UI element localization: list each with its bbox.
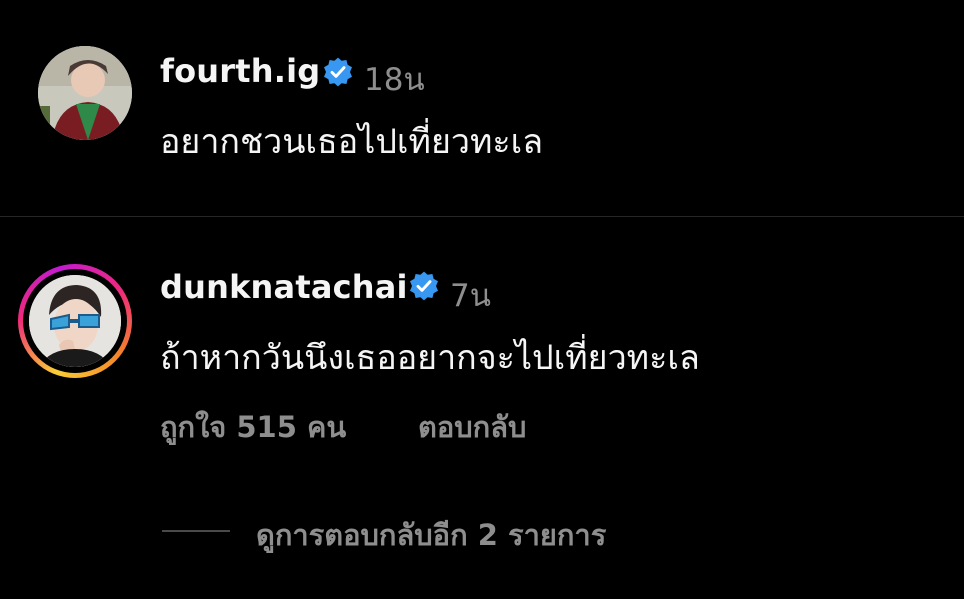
avatar-photo bbox=[38, 46, 132, 140]
comment-username[interactable]: fourth.ig bbox=[160, 52, 320, 90]
avatar-photo bbox=[29, 275, 121, 367]
comment-text: ถ้าหากวันนึงเธออยากจะไปเที่ยวทะเล bbox=[160, 338, 700, 378]
comment-text: อยากชวนเธอไปเที่ยวทะเล bbox=[160, 122, 544, 162]
comment-username[interactable]: dunknatachai bbox=[160, 268, 408, 306]
avatar[interactable] bbox=[38, 46, 132, 140]
view-replies-button[interactable]: ดูการตอบกลับอีก 2 รายการ bbox=[256, 512, 606, 558]
comment-time: 18น bbox=[364, 62, 425, 98]
view-replies-line bbox=[162, 530, 230, 532]
comment-time: 7น bbox=[450, 278, 491, 314]
verified-badge-icon bbox=[410, 271, 438, 301]
comments-screen: fourth.ig 18น อยากชวนเธอไปเที่ยวทะเล dun… bbox=[0, 0, 964, 599]
divider bbox=[0, 216, 964, 217]
avatar[interactable] bbox=[29, 275, 121, 367]
likes-count[interactable]: ถูกใจ 515 คน bbox=[160, 404, 346, 450]
reply-button[interactable]: ตอบกลับ bbox=[418, 404, 526, 450]
verified-badge-icon bbox=[324, 57, 352, 87]
